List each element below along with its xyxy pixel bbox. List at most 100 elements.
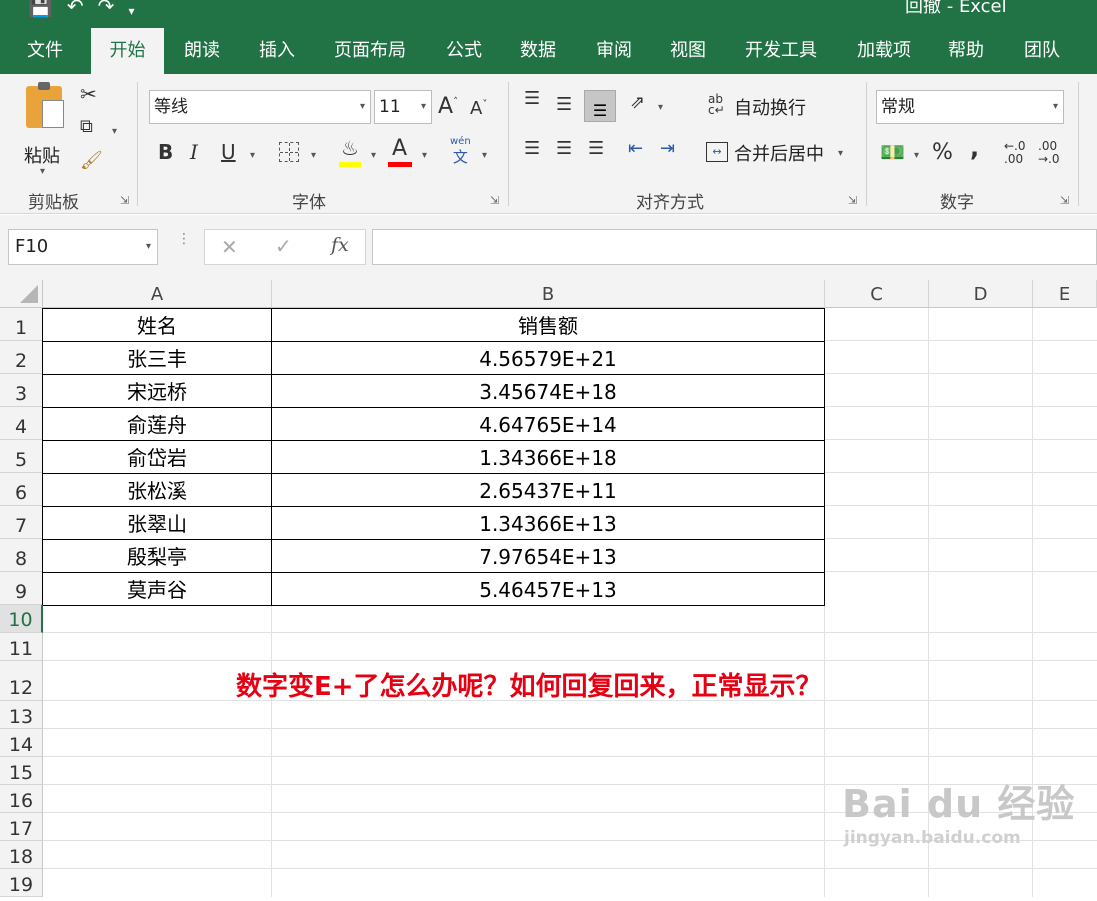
fill-color-icon[interactable]: ♨	[341, 138, 359, 158]
copy-icon[interactable]: ⧉	[80, 118, 93, 136]
increase-font-icon[interactable]: A˄	[438, 96, 458, 118]
name-box[interactable]: F10 ▾	[8, 229, 158, 265]
orientation-dropdown-icon[interactable]: ▾	[658, 102, 663, 113]
row-header-8[interactable]: 8	[0, 539, 43, 572]
row-header-4[interactable]: 4	[0, 407, 43, 440]
row-header-7[interactable]: 7	[0, 506, 43, 539]
bottom-align-icon[interactable]: ☰	[584, 90, 616, 122]
enter-icon[interactable]: ✓	[275, 234, 292, 258]
number-launcher-icon[interactable]: ⇲	[1060, 194, 1069, 207]
name-cell[interactable]: 宋远桥	[43, 375, 272, 408]
tab-review[interactable]: 审阅	[586, 28, 642, 74]
decrease-indent-icon[interactable]: ⇤	[628, 140, 643, 158]
sales-cell[interactable]: 1.34366E+18	[272, 441, 825, 474]
fill-color-dropdown-icon[interactable]: ▾	[371, 150, 376, 161]
font-size-combo[interactable]: 11 ▾	[374, 90, 432, 124]
sales-cell[interactable]: 7.97654E+13	[272, 540, 825, 573]
font-name-combo[interactable]: 等线 ▾	[149, 90, 371, 124]
font-launcher-icon[interactable]: ⇲	[490, 194, 499, 207]
row-header-15[interactable]: 15	[0, 757, 43, 785]
tab-data[interactable]: 数据	[510, 28, 566, 74]
customize-qat-icon[interactable]: ▾	[128, 0, 134, 18]
tab-developer[interactable]: 开发工具	[736, 28, 826, 74]
tab-help[interactable]: 帮助	[938, 28, 994, 74]
tab-page-layout[interactable]: 页面布局	[326, 28, 414, 74]
clipboard-launcher-icon[interactable]: ⇲	[120, 194, 129, 207]
row-header-13[interactable]: 13	[0, 701, 43, 729]
tab-read-aloud[interactable]: 朗读	[174, 28, 230, 74]
increase-decimal-button[interactable]: ←.0 .00	[1004, 140, 1026, 166]
sales-cell[interactable]: 4.64765E+14	[272, 408, 825, 441]
sales-cell[interactable]: 1.34366E+13	[272, 507, 825, 540]
row-header-3[interactable]: 3	[0, 374, 43, 407]
row-header-2[interactable]: 2	[0, 341, 43, 374]
row-header-14[interactable]: 14	[0, 729, 43, 757]
alignment-launcher-icon[interactable]: ⇲	[848, 194, 857, 207]
middle-align-icon[interactable]: ☰	[556, 96, 572, 114]
percent-style-button[interactable]: %	[932, 142, 953, 164]
row-header-5[interactable]: 5	[0, 440, 43, 473]
name-cell[interactable]: 俞岱岩	[43, 441, 272, 474]
header-name-cell[interactable]: 姓名	[43, 309, 272, 342]
orientation-icon[interactable]: ⇗	[630, 94, 645, 112]
format-painter-icon[interactable]: 🖌	[80, 152, 103, 170]
tab-view[interactable]: 视图	[660, 28, 716, 74]
sales-cell[interactable]: 5.46457E+13	[272, 573, 825, 606]
sales-cell[interactable]: 2.65437E+11	[272, 474, 825, 507]
worksheet-grid[interactable]: A B C D E 1 2 3 4 5 6 7 8 9 10 11 12 13 …	[0, 280, 1097, 897]
name-cell[interactable]: 莫声谷	[43, 573, 272, 606]
accounting-dropdown-icon[interactable]: ▾	[914, 150, 919, 161]
tab-insert[interactable]: 插入	[249, 28, 305, 74]
copy-dropdown-icon[interactable]: ▾	[112, 126, 117, 137]
formula-input[interactable]	[372, 229, 1097, 265]
font-color-icon[interactable]: A	[392, 138, 407, 160]
borders-dropdown-icon[interactable]: ▾	[311, 150, 316, 161]
insert-function-icon[interactable]: fx	[331, 234, 349, 256]
underline-button[interactable]: U	[221, 142, 236, 162]
wrap-text-button[interactable]: ab c↵ 自动换行	[708, 93, 818, 122]
name-cell[interactable]: 俞莲舟	[43, 408, 272, 441]
merge-center-button[interactable]: ↔ 合并后居中 ▾	[704, 140, 854, 168]
sales-cell[interactable]: 4.56579E+21	[272, 342, 825, 375]
row-header-18[interactable]: 18	[0, 841, 43, 869]
header-sales-cell[interactable]: 销售额	[272, 309, 825, 342]
align-right-icon[interactable]: ☰	[588, 140, 604, 158]
row-header-17[interactable]: 17	[0, 813, 43, 841]
row-header-6[interactable]: 6	[0, 473, 43, 506]
underline-dropdown-icon[interactable]: ▾	[250, 150, 255, 161]
decrease-font-icon[interactable]: A˅	[470, 100, 487, 118]
tab-file[interactable]: 文件	[14, 28, 76, 74]
name-cell[interactable]: 张翠山	[43, 507, 272, 540]
row-header-10[interactable]: 10	[0, 605, 43, 633]
accounting-format-icon[interactable]: 💵	[880, 142, 905, 162]
tab-formulas[interactable]: 公式	[436, 28, 492, 74]
sales-cell[interactable]: 3.45674E+18	[272, 375, 825, 408]
italic-button[interactable]: I	[190, 142, 198, 162]
align-center-icon[interactable]: ☰	[556, 140, 572, 158]
decrease-decimal-button[interactable]: .00 →.0	[1038, 140, 1060, 166]
select-all-button[interactable]	[0, 280, 43, 308]
borders-icon[interactable]	[279, 142, 299, 162]
font-color-dropdown-icon[interactable]: ▾	[422, 150, 427, 161]
row-header-1[interactable]: 1	[0, 308, 43, 341]
number-format-combo[interactable]: 常规 ▾	[876, 90, 1064, 124]
tab-add-ins[interactable]: 加载项	[848, 28, 920, 74]
cancel-icon[interactable]: ✕	[221, 235, 238, 259]
increase-indent-icon[interactable]: ⇥	[660, 140, 675, 158]
align-left-icon[interactable]: ☰	[524, 140, 540, 158]
tab-home[interactable]: 开始	[91, 28, 164, 74]
name-cell[interactable]: 殷梨亭	[43, 540, 272, 573]
name-cell[interactable]: 张松溪	[43, 474, 272, 507]
bold-button[interactable]: B	[158, 142, 173, 162]
top-align-icon[interactable]: ☰	[524, 90, 540, 108]
row-header-12[interactable]: 12	[0, 661, 43, 701]
row-header-16[interactable]: 16	[0, 785, 43, 813]
phonetic-icon[interactable]: wén 文	[450, 136, 471, 166]
row-header-11[interactable]: 11	[0, 633, 43, 661]
tab-team[interactable]: 团队	[1014, 28, 1070, 74]
row-header-19[interactable]: 19	[0, 869, 43, 897]
cut-icon[interactable]: ✂	[80, 84, 97, 104]
row-header-9[interactable]: 9	[0, 572, 43, 605]
name-cell[interactable]: 张三丰	[43, 342, 272, 375]
phonetic-dropdown-icon[interactable]: ▾	[482, 150, 487, 161]
